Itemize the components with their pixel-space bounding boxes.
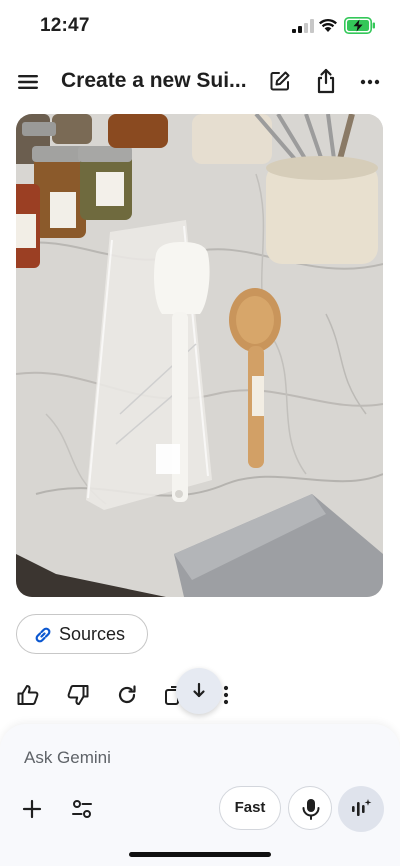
thumbs-up-icon[interactable] (16, 683, 40, 707)
photo-illustration (16, 114, 383, 597)
wifi-icon (319, 18, 337, 32)
ask-gemini-input[interactable] (24, 748, 364, 768)
status-bar: 12:47 (0, 0, 400, 52)
menu-icon[interactable] (16, 70, 40, 94)
home-indicator[interactable] (129, 852, 271, 857)
composer-panel: Fast (0, 724, 400, 866)
scroll-down-button[interactable] (176, 668, 222, 714)
battery-charging-icon (344, 17, 375, 34)
sources-label: Sources (59, 624, 126, 644)
link-icon (35, 627, 51, 643)
share-icon[interactable] (314, 68, 338, 94)
fast-mode-button[interactable]: Fast (219, 786, 281, 830)
live-icon (352, 799, 372, 816)
plus-icon[interactable] (20, 797, 44, 821)
thumbs-down-icon[interactable] (66, 683, 90, 707)
top-app-bar: Create a new Sui... (0, 60, 400, 104)
arrow-down-icon (193, 682, 205, 698)
tools-icon[interactable] (70, 797, 94, 821)
sources-chip[interactable]: Sources (16, 614, 148, 654)
mic-button[interactable] (288, 786, 332, 830)
live-button[interactable] (338, 786, 384, 832)
uploaded-photo[interactable] (16, 114, 383, 597)
more-horizontal-icon[interactable] (358, 70, 382, 94)
chat-title[interactable]: Create a new Sui... (61, 69, 261, 93)
status-time: 12:47 (40, 15, 90, 36)
edit-icon[interactable] (268, 69, 292, 93)
redo-icon[interactable] (115, 683, 139, 707)
mic-icon (302, 799, 320, 820)
signal-icon (292, 19, 314, 33)
